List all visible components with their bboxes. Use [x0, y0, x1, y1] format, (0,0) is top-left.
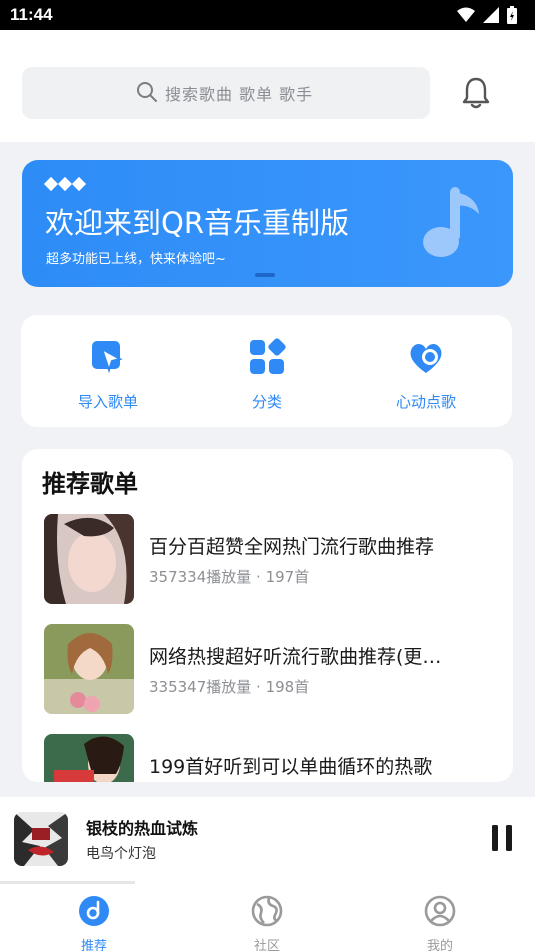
- recommended-playlists: 推荐歌单 百分百超赞全网热门流行歌曲推荐 357334播放量 · 197首 网络…: [22, 449, 513, 782]
- quick-action-label: 心动点歌: [395, 393, 456, 411]
- nav-label: 我的: [426, 939, 453, 951]
- nav-divider: [0, 881, 135, 884]
- bell-icon[interactable]: [460, 76, 492, 110]
- quick-actions: 导入歌单 分类 心动点歌: [21, 315, 512, 427]
- battery-icon: [507, 6, 517, 24]
- nav-item-mine[interactable]: 我的: [400, 895, 480, 951]
- import-icon: [92, 341, 123, 374]
- now-playing-artist: 电鸟个灯泡: [86, 846, 156, 862]
- signal-icon: [483, 7, 499, 23]
- now-playing-cover: [14, 812, 68, 866]
- welcome-banner[interactable]: 欢迎来到QR音乐重制版 超多功能已上线，快来体验吧~: [22, 160, 513, 287]
- search-placeholder: 搜索歌曲 歌单 歌手: [165, 85, 314, 104]
- playlist-name: 199首好听到可以单曲循环的热歌: [149, 756, 433, 778]
- nav-label: 社区: [253, 939, 280, 951]
- playlist-item[interactable]: 网络热搜超好听流行歌曲推荐(更… 335347播放量 · 198首: [44, 624, 499, 716]
- playlist-item[interactable]: 199首好听到可以单曲循环的热歌: [44, 734, 499, 782]
- banner-title: 欢迎来到QR音乐重制版: [45, 206, 349, 240]
- quick-action-import[interactable]: 导入歌单: [43, 337, 173, 412]
- playlist-name: 网络热搜超好听流行歌曲推荐(更…: [149, 646, 442, 668]
- quick-action-category[interactable]: 分类: [202, 337, 332, 412]
- section-title: 推荐歌单: [42, 470, 138, 498]
- pause-button[interactable]: [490, 823, 516, 853]
- music-disc-icon: [79, 896, 109, 926]
- user-icon: [424, 895, 456, 927]
- diamond-dots-icon: [43, 176, 87, 192]
- playlist-name: 百分百超赞全网热门流行歌曲推荐: [149, 536, 435, 558]
- banner-subtitle: 超多功能已上线，快来体验吧~: [46, 252, 226, 267]
- banner-page-indicator: [255, 273, 275, 277]
- category-icon: [250, 338, 286, 374]
- playlist-meta: 335347播放量 · 198首: [149, 678, 310, 696]
- playlist-meta: 357334播放量 · 197首: [149, 568, 310, 586]
- playlist-cover: [44, 734, 134, 782]
- globe-icon: [251, 895, 283, 927]
- search-input[interactable]: 搜索歌曲 歌单 歌手: [22, 67, 430, 119]
- music-note-icon: [423, 187, 479, 257]
- nav-item-community[interactable]: 社区: [227, 895, 307, 951]
- playlist-cover: [44, 514, 134, 604]
- quick-action-heart[interactable]: 心动点歌: [361, 337, 491, 412]
- quick-action-label: 导入歌单: [77, 393, 138, 411]
- header: 搜索歌曲 歌单 歌手: [0, 30, 535, 142]
- wifi-icon: [457, 7, 475, 22]
- status-bar: 11:44: [0, 0, 535, 30]
- search-icon: [137, 82, 157, 102]
- nav-item-recommend[interactable]: 推荐: [54, 895, 134, 951]
- now-playing-title: 银枝的热血试炼: [86, 819, 199, 838]
- bottom-nav: 推荐 社区 我的: [0, 881, 535, 951]
- playlist-cover: [44, 624, 134, 714]
- heart-icon: [410, 343, 442, 373]
- mini-player[interactable]: 银枝的热血试炼 电鸟个灯泡: [0, 797, 535, 881]
- status-icons: [457, 6, 517, 24]
- quick-action-label: 分类: [251, 393, 282, 411]
- nav-label: 推荐: [80, 939, 107, 951]
- status-time: 11:44: [10, 5, 53, 24]
- playlist-item[interactable]: 百分百超赞全网热门流行歌曲推荐 357334播放量 · 197首: [44, 514, 499, 606]
